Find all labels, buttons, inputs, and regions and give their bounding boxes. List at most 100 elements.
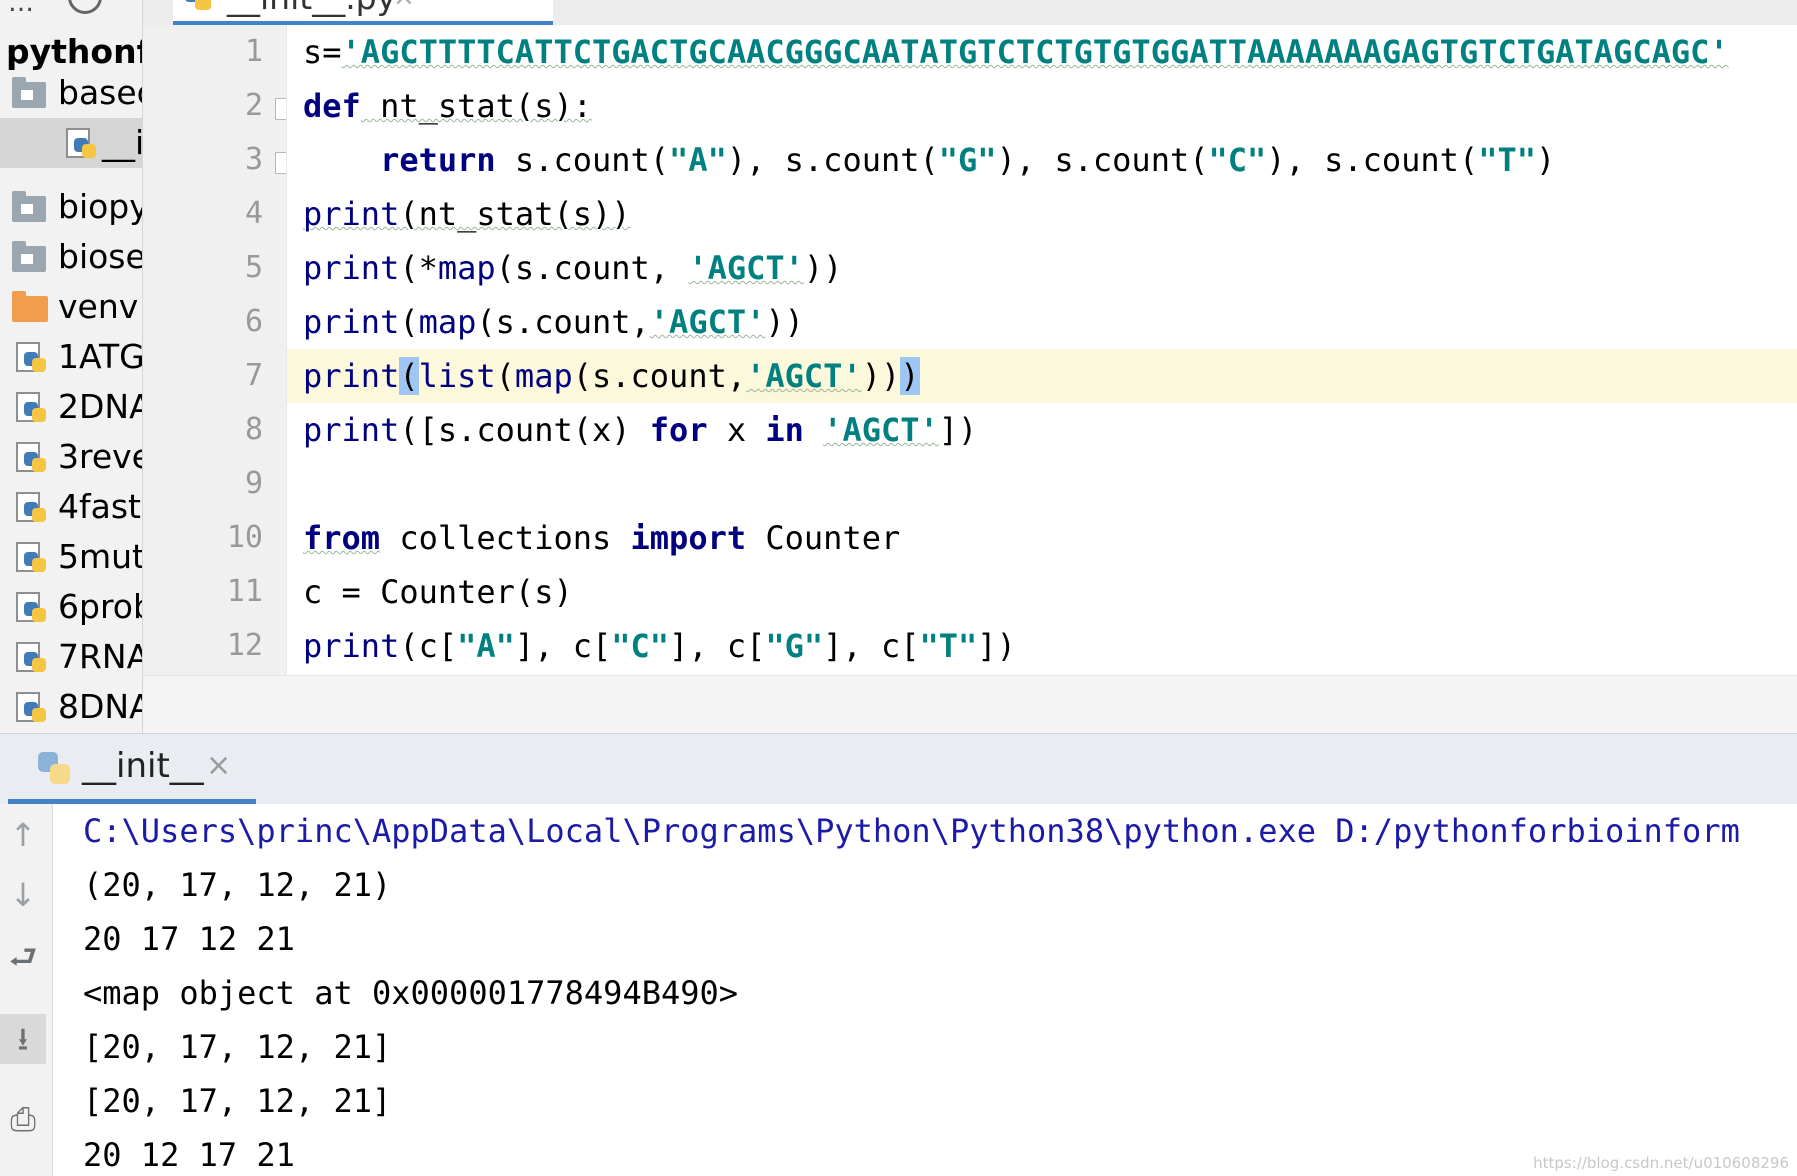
console-line: (20, 17, 12, 21) xyxy=(83,866,392,904)
string-literal: 'AGCTTTTCATTCTGACTGCAACGGGCAATATGTCTCTGT… xyxy=(341,33,1729,71)
line-number: 10 xyxy=(226,520,263,555)
tree-item-6prob[interactable]: 6prob xyxy=(0,582,142,632)
soft-wrap-icon[interactable]: ⮐ xyxy=(0,932,46,982)
code-line-3: return s.count("A"), s.count("G"), s.cou… xyxy=(380,141,1556,179)
code-line-1: s='AGCTTTTCATTCTGACTGCAACGGGCAATATGTCTCT… xyxy=(303,33,1729,71)
close-icon[interactable]: × xyxy=(393,0,415,12)
python-file-icon xyxy=(16,342,48,374)
line-number: 11 xyxy=(226,574,263,609)
tree-item-3reve[interactable]: 3reve xyxy=(0,432,142,482)
run-console[interactable]: C:\Users\princ\AppData\Local\Programs\Py… xyxy=(53,804,1797,1176)
tree-item-biopy[interactable]: biopy xyxy=(0,182,142,232)
editor-bottom-area xyxy=(143,675,1797,734)
builtin-print: print xyxy=(303,249,400,287)
console-line: 20 17 12 21 xyxy=(83,920,295,958)
tree-item-venv[interactable]: venv xyxy=(0,282,142,332)
tree-item-8dna[interactable]: 8DNA xyxy=(0,682,142,732)
python-file-icon xyxy=(185,0,213,14)
project-root[interactable]: pythonfor xyxy=(6,32,142,71)
code-line-7: print(list(map(s.count,'AGCT'))) xyxy=(287,349,1797,403)
tree-item-2dna[interactable]: 2DNA xyxy=(0,382,142,432)
console-line: [20, 17, 12, 21] xyxy=(83,1082,392,1120)
folder-icon xyxy=(12,241,46,272)
python-file-icon xyxy=(16,392,48,424)
matched-brace: ( xyxy=(399,357,419,395)
tree-item-4fasta[interactable]: 4fasta xyxy=(0,482,142,532)
watermark: https://blog.csdn.net/u010608296 xyxy=(1533,1154,1789,1172)
python-file-icon xyxy=(16,592,48,624)
code-line-11: c = Counter(s) xyxy=(303,573,573,611)
tree-item-label: __i xyxy=(102,123,143,162)
builtin-print: print xyxy=(303,627,400,665)
tree-item-label: biose xyxy=(58,237,143,276)
code-line-5: print(*map(s.count, 'AGCT')) xyxy=(303,249,843,287)
arrow-up-icon[interactable]: ↑ xyxy=(0,810,46,860)
code-line-8: print([s.count(x) for x in 'AGCT']) xyxy=(303,411,978,449)
excluded-folder-icon xyxy=(12,291,48,322)
tree-item-5mut[interactable]: 5mut xyxy=(0,532,142,582)
line-number: 6 xyxy=(244,304,263,339)
line-number: 5 xyxy=(244,250,263,285)
python-file-icon xyxy=(16,692,48,724)
project-panel: … pythonfor basec __i biopy biose venv 1… xyxy=(0,0,143,733)
line-number: 7 xyxy=(244,358,263,393)
line-number: 8 xyxy=(244,412,263,447)
line-number: 1 xyxy=(244,34,263,69)
tree-item-7rna[interactable]: 7RNA xyxy=(0,632,142,682)
editor-tab-init[interactable]: __init__.py × xyxy=(173,0,553,25)
keyword: def xyxy=(303,87,361,125)
python-icon xyxy=(38,752,74,788)
tree-item-label: 2DNA xyxy=(58,387,143,426)
builtin-print: print xyxy=(303,411,400,449)
run-toolbar: ↑ ↓ ⮐ ⭳ ⎙ xyxy=(0,804,53,1176)
console-line: <map object at 0x000001778494B490> xyxy=(83,974,739,1012)
tree-item-label: 7RNA xyxy=(58,637,143,676)
builtin-print: print xyxy=(303,303,400,341)
python-file-icon xyxy=(16,642,48,674)
code-line-10: from collections import Counter xyxy=(303,519,901,557)
code-line-2: def nt_stat(s): xyxy=(303,87,592,125)
folder-icon xyxy=(12,191,46,222)
tree-item-label: 1ATG xyxy=(58,337,143,376)
code-editor[interactable]: s='AGCTTTTCATTCTGACTGCAACGGGCAATATGTCTCT… xyxy=(287,25,1797,675)
tree-item-label: biopy xyxy=(58,187,143,226)
arrow-down-icon[interactable]: ↓ xyxy=(0,870,46,920)
keyword: return xyxy=(380,141,496,179)
tree-item-label: 3reve xyxy=(58,437,143,476)
scroll-to-end-icon[interactable]: ⭳ xyxy=(0,1014,46,1064)
tree-item-1atg[interactable]: 1ATG xyxy=(0,332,142,382)
line-number-gutter: 1 2 3 4 5 6 7 8 9 10 11 12 xyxy=(143,25,286,675)
editor-tab-label: __init__.py xyxy=(227,0,396,17)
tree-item-label: 6prob xyxy=(58,587,142,626)
run-tool-window-header: __init__ × xyxy=(0,733,1797,805)
python-file-icon xyxy=(16,442,48,474)
code-line-6: print(map(s.count,'AGCT')) xyxy=(303,303,804,341)
run-tab-label: __init__ xyxy=(82,746,204,786)
console-line: 20 12 17 21 xyxy=(83,1136,295,1174)
tree-item-biose[interactable]: biose xyxy=(0,232,142,282)
folder-icon xyxy=(12,77,46,108)
python-file-icon xyxy=(66,128,98,160)
line-number: 2 xyxy=(244,88,263,123)
line-number: 3 xyxy=(244,142,263,177)
more-icon[interactable]: … xyxy=(8,0,34,18)
keyword: import xyxy=(630,519,747,557)
tree-item-basec[interactable]: basec xyxy=(0,68,142,118)
print-icon[interactable]: ⎙ xyxy=(0,1094,46,1144)
console-line: C:\Users\princ\AppData\Local\Programs\Py… xyxy=(83,812,1740,850)
tree-item-label: 5mut xyxy=(58,537,143,576)
run-tab-init[interactable]: __init__ × xyxy=(8,734,256,804)
builtin-print: print xyxy=(303,357,400,395)
code-line-4: print(nt_stat(s)) xyxy=(303,195,631,233)
tree-item-label: basec xyxy=(58,73,142,112)
python-file-icon xyxy=(16,492,48,524)
tree-item-label: 4fasta xyxy=(58,487,142,526)
builtin-print: print xyxy=(303,195,400,233)
close-icon[interactable]: × xyxy=(206,748,231,783)
tree-item-init[interactable]: __i xyxy=(0,118,142,168)
tree-item-label: venv xyxy=(58,287,139,326)
globe-icon[interactable] xyxy=(68,0,102,14)
editor-tab-bar: __init__.py × xyxy=(143,0,1797,26)
console-line: [20, 17, 12, 21] xyxy=(83,1028,392,1066)
